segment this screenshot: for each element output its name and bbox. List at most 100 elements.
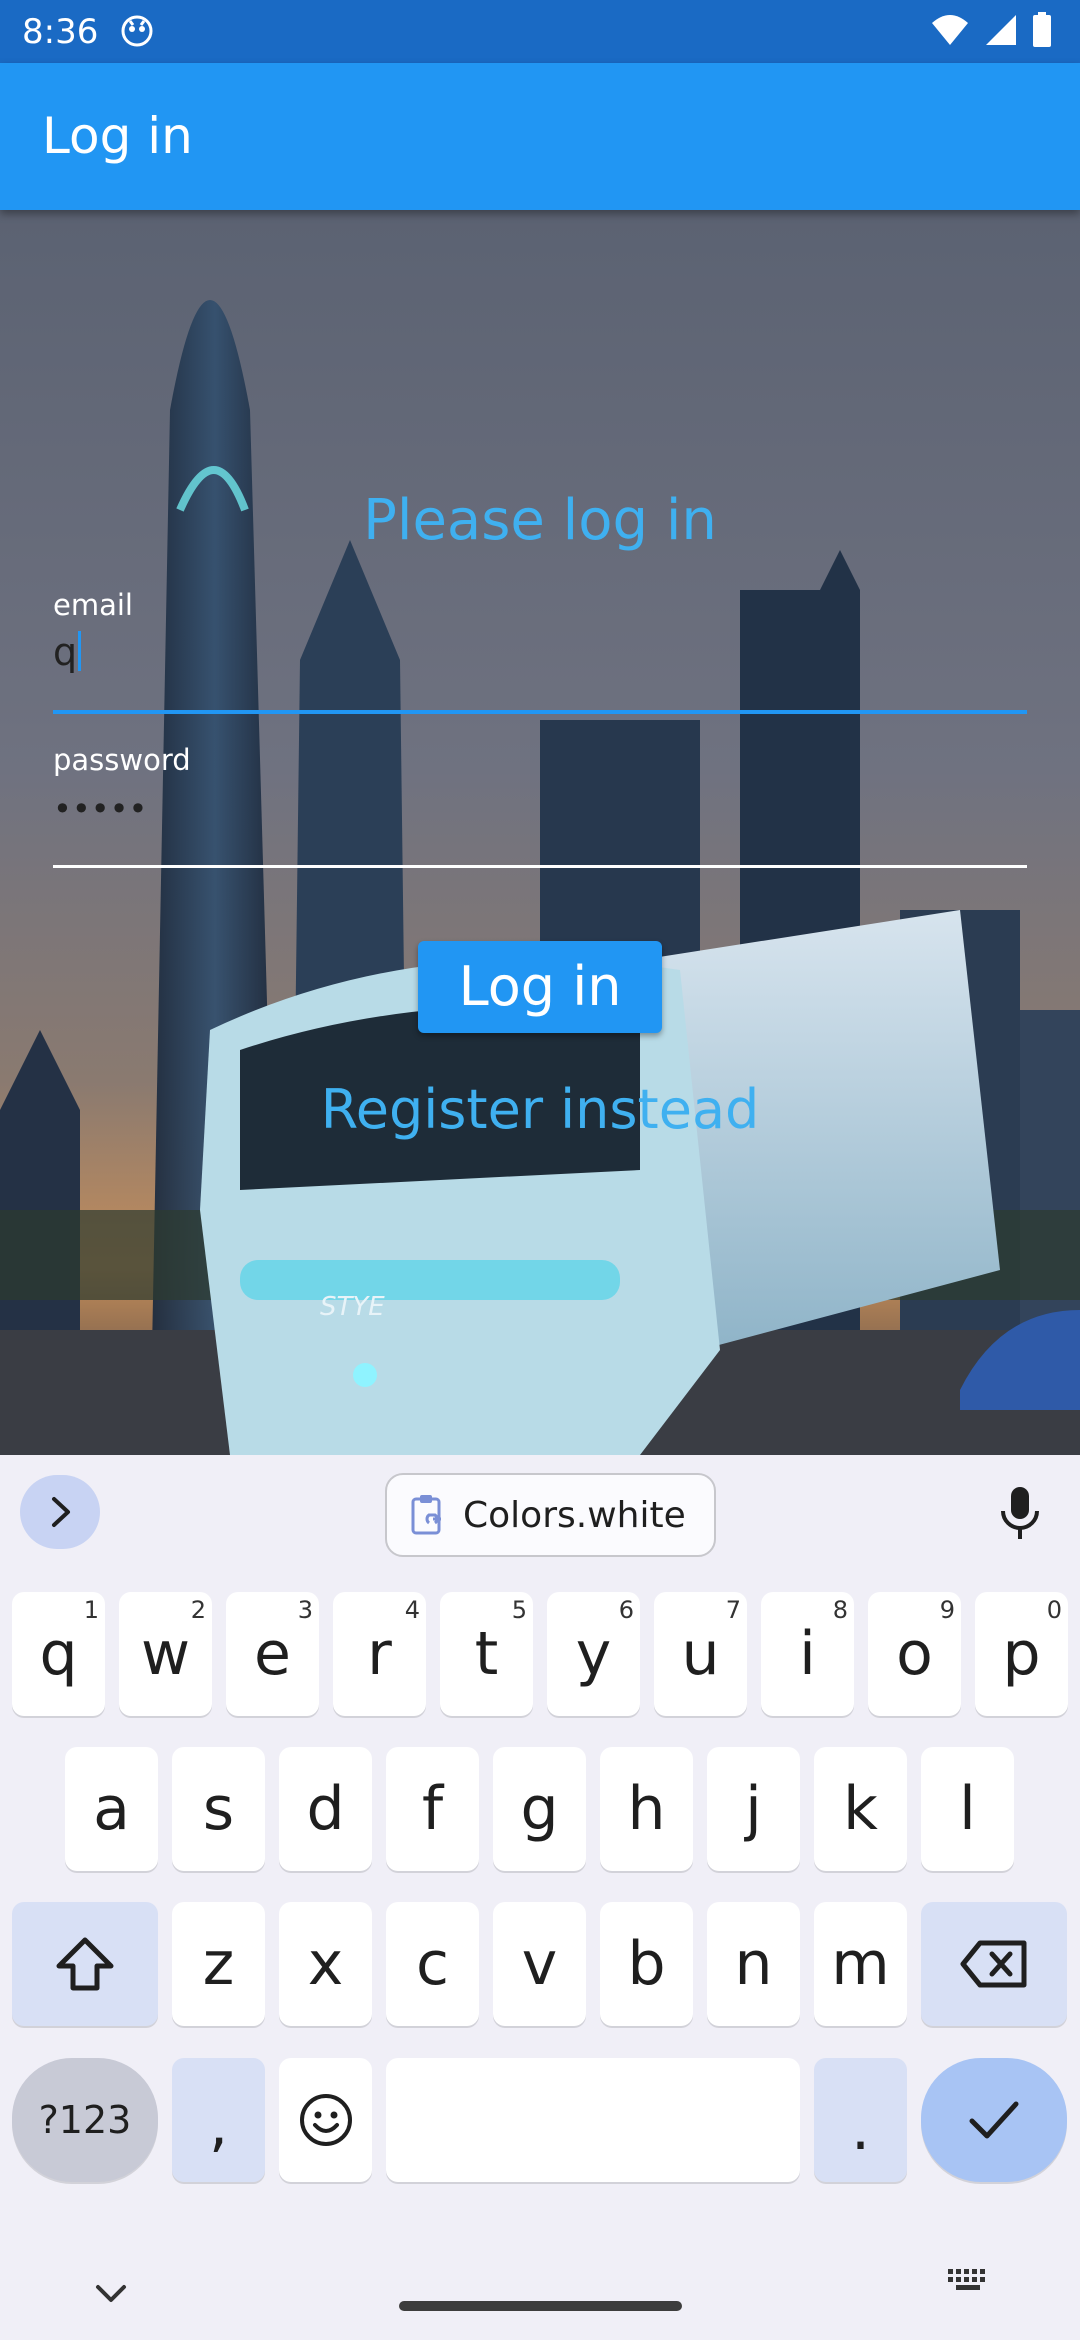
key-hint: 4	[404, 1596, 420, 1624]
home-indicator[interactable]	[399, 2301, 682, 2311]
key-e[interactable]: e3	[226, 1592, 319, 1716]
key-r[interactable]: r4	[333, 1592, 426, 1716]
key-k[interactable]: k	[814, 1747, 907, 1871]
signal-icon	[986, 15, 1016, 45]
keyboard: Colors.white ?123 , . q 1 w 2 e 3 r 4 t …	[0, 1455, 1080, 2340]
key-label: r	[367, 1619, 392, 1689]
backspace-key[interactable]	[921, 1902, 1067, 2026]
key-s[interactable]: s	[172, 1747, 265, 1871]
key-label: p	[1002, 1619, 1041, 1689]
key-label: h	[627, 1774, 666, 1844]
key-w[interactable]: w2	[119, 1592, 212, 1716]
key-label: z	[202, 1929, 235, 1999]
app-notification-icon	[121, 15, 153, 47]
background-image: STYE	[0, 210, 1080, 1455]
key-label: b	[627, 1929, 666, 1999]
hide-keyboard-icon[interactable]	[94, 2283, 128, 2305]
key-v[interactable]: v	[493, 1902, 586, 2026]
status-icons	[930, 12, 1052, 48]
key-hint: 6	[618, 1596, 634, 1624]
email-field[interactable]: q	[53, 630, 82, 674]
comma-key[interactable]: ,	[172, 2058, 265, 2182]
key-o[interactable]: o9	[868, 1592, 961, 1716]
wifi-icon	[932, 15, 968, 45]
password-underline	[53, 865, 1027, 868]
email-value: q	[53, 630, 78, 674]
key-i[interactable]: i8	[761, 1592, 854, 1716]
emoji-key[interactable]	[279, 2058, 372, 2182]
key-c[interactable]: c	[386, 1902, 479, 2026]
key-q[interactable]: q1	[12, 1592, 105, 1716]
status-bar: 8:36	[0, 0, 1080, 63]
key-z[interactable]: z	[172, 1902, 265, 2026]
period-key[interactable]: .	[814, 2058, 907, 2182]
key-label: x	[307, 1929, 344, 1999]
key-label: d	[306, 1774, 345, 1844]
key-hint: 3	[297, 1596, 313, 1624]
key-hint: 1	[83, 1596, 99, 1624]
key-label: c	[416, 1929, 449, 1999]
clipboard-suggestion-chip[interactable]: Colors.white	[385, 1473, 716, 1557]
key-t[interactable]: t5	[440, 1592, 533, 1716]
key-label: q	[39, 1619, 78, 1689]
key-hint: 0	[1046, 1596, 1062, 1624]
svg-text:STYE: STYE	[320, 1292, 385, 1322]
clipboard-suggestion-text: Colors.white	[463, 1494, 686, 1536]
battery-icon	[1033, 12, 1051, 47]
key-label: n	[734, 1929, 773, 1999]
key-x[interactable]: x	[279, 1902, 372, 2026]
key-label: y	[575, 1619, 612, 1689]
key-label: f	[421, 1774, 444, 1844]
key-label: o	[896, 1619, 933, 1689]
key-f[interactable]: f	[386, 1747, 479, 1871]
key-hint: 5	[511, 1596, 527, 1624]
password-label: password	[53, 743, 191, 777]
email-label: email	[53, 588, 133, 622]
key-label: m	[831, 1929, 890, 1999]
key-j[interactable]: j	[707, 1747, 800, 1871]
keyboard-switch-icon[interactable]	[946, 2265, 990, 2295]
email-underline	[53, 710, 1027, 714]
key-hint: 9	[939, 1596, 955, 1624]
key-l[interactable]: l	[921, 1747, 1014, 1871]
key-label: u	[681, 1619, 720, 1689]
register-link[interactable]: Register instead	[0, 1078, 1080, 1141]
key-n[interactable]: n	[707, 1902, 800, 2026]
checkmark-icon	[969, 2101, 1019, 2139]
backspace-icon	[960, 1940, 1027, 1988]
key-a[interactable]: a	[65, 1747, 158, 1871]
text-cursor	[78, 631, 82, 671]
key-label: v	[521, 1929, 558, 1999]
key-label: l	[959, 1774, 976, 1844]
login-content: STYE Please log in email q password ••••…	[0, 210, 1080, 1455]
expand-toolbar-button[interactable]	[20, 1475, 100, 1549]
key-u[interactable]: u7	[654, 1592, 747, 1716]
key-label: t	[474, 1619, 499, 1689]
key-p[interactable]: p0	[975, 1592, 1068, 1716]
symbols-key[interactable]: ?123	[12, 2058, 158, 2182]
shift-key[interactable]	[12, 1902, 158, 2026]
key-hint: 2	[190, 1596, 206, 1624]
key-m[interactable]: m	[814, 1902, 907, 2026]
password-field[interactable]: •••••	[53, 790, 147, 828]
space-key[interactable]	[386, 2058, 800, 2182]
status-time: 8:36	[22, 12, 99, 52]
form-heading: Please log in	[363, 488, 717, 553]
page-title: Log in	[42, 107, 193, 165]
key-label: j	[745, 1774, 762, 1844]
key-d[interactable]: d	[279, 1747, 372, 1871]
key-label: i	[799, 1619, 816, 1689]
shift-icon	[56, 1937, 114, 1991]
app-bar: Log in	[0, 63, 1080, 210]
key-b[interactable]: b	[600, 1902, 693, 2026]
key-label: e	[254, 1619, 291, 1689]
key-label: s	[202, 1774, 235, 1844]
key-y[interactable]: y6	[547, 1592, 640, 1716]
key-label: a	[93, 1774, 130, 1844]
key-g[interactable]: g	[493, 1747, 586, 1871]
login-button[interactable]: Log in	[418, 941, 662, 1033]
key-h[interactable]: h	[600, 1747, 693, 1871]
enter-key[interactable]	[921, 2058, 1067, 2182]
microphone-icon[interactable]	[996, 1485, 1044, 1541]
clipboard-icon	[411, 1495, 441, 1535]
